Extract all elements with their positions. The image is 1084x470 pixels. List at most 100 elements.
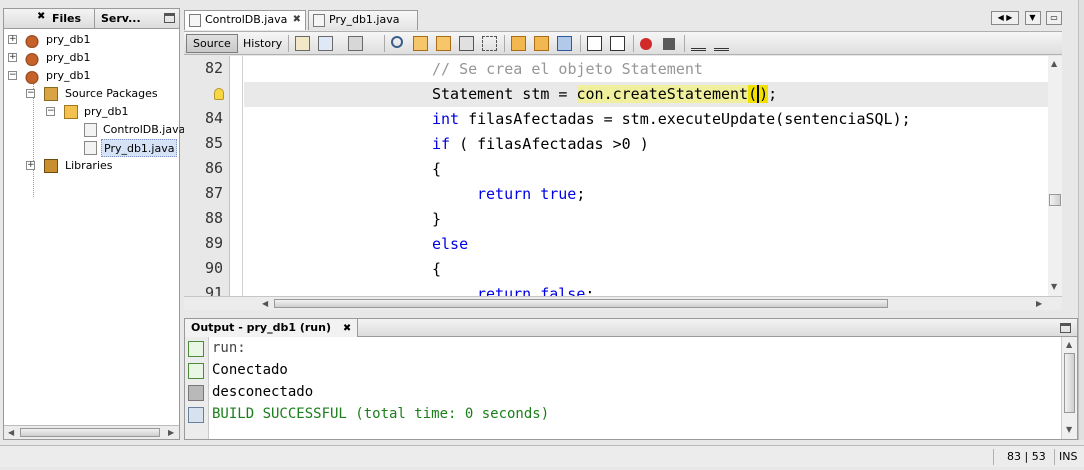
- separator: [633, 35, 634, 52]
- code-editor[interactable]: 82 84 85 86 87 88 89 90 91 // Se crea el…: [184, 56, 1062, 296]
- tree-item-label: Source Packages: [65, 87, 158, 100]
- expand-icon[interactable]: +: [8, 35, 17, 44]
- keyword-token: int: [432, 110, 460, 128]
- line-number: 89: [204, 234, 223, 252]
- toggle-highlight-icon[interactable]: [459, 36, 474, 51]
- java-file-icon: [189, 14, 201, 27]
- left-tabbar: ✖ Files Serv...: [4, 9, 179, 29]
- output-panel[interactable]: run: Conectado desconectado BUILD SUCCES…: [184, 337, 1078, 440]
- expand-icon[interactable]: +: [26, 161, 35, 170]
- scroll-up-icon[interactable]: ▲: [1051, 59, 1057, 68]
- history-button[interactable]: History: [236, 34, 289, 53]
- code-line: if ( filasAfectadas >0 ): [244, 132, 1048, 157]
- editor-vertical-scrollbar[interactable]: ▲ ▼: [1048, 56, 1062, 296]
- keyword-token: if: [432, 135, 451, 153]
- editor-horizontal-scrollbar[interactable]: ◀ ▶: [184, 296, 1062, 310]
- keyword-token: true: [540, 185, 577, 203]
- find-next-icon[interactable]: [436, 36, 451, 51]
- toggle-rect-select-icon[interactable]: [482, 36, 497, 51]
- hint-bulb-icon[interactable]: [214, 88, 224, 100]
- back-icon[interactable]: [318, 36, 333, 51]
- code-area[interactable]: // Se crea el objeto Statement Statement…: [244, 56, 1048, 296]
- java-project-icon: [24, 68, 40, 84]
- next-bookmark-icon[interactable]: [534, 36, 549, 51]
- tab-output[interactable]: Output - pry_db1 (run) ✖: [185, 319, 359, 337]
- code-token: ;: [768, 85, 778, 103]
- code-line-current: Statement stm = con.createStatement();: [244, 82, 1048, 107]
- shift-left-icon[interactable]: [587, 36, 602, 51]
- rerun-icon[interactable]: [188, 341, 204, 357]
- scroll-left-icon[interactable]: ◀: [8, 428, 14, 437]
- toggle-bookmark-icon[interactable]: [557, 36, 572, 51]
- tab-list-icon[interactable]: ▼: [1024, 11, 1041, 25]
- tab-controldb[interactable]: ControlDB.java ✖: [184, 10, 306, 30]
- close-icon[interactable]: ✖: [343, 323, 351, 334]
- scroll-tabs-icon[interactable]: ◀ ▶: [991, 11, 1019, 25]
- tree-item-label: pry_db1: [46, 33, 91, 46]
- code-line: return false;: [244, 282, 1048, 296]
- collapse-icon[interactable]: −: [46, 107, 55, 116]
- last-edit-icon[interactable]: [295, 36, 310, 51]
- output-line: Conectado: [212, 362, 288, 378]
- stop-icon[interactable]: [188, 385, 204, 401]
- tab-label: ControlDB.java: [205, 13, 288, 26]
- collapse-icon[interactable]: −: [26, 89, 35, 98]
- find-icon[interactable]: [391, 36, 403, 48]
- method-token: createStatement: [612, 85, 749, 103]
- tab-files[interactable]: Files: [52, 9, 81, 29]
- comment-text: // Se crea el objeto Statement: [432, 60, 703, 78]
- tab-services[interactable]: Serv...: [101, 9, 141, 29]
- source-button[interactable]: Source: [186, 34, 238, 53]
- tab-pry-db1[interactable]: Pry_db1.java: [308, 10, 418, 30]
- tab-divider: [94, 9, 95, 29]
- fold-margin[interactable]: [231, 56, 243, 296]
- code-line: // Se crea el objeto Statement: [244, 57, 1048, 82]
- netbeans-window: ✖ Files Serv... + pry_db1 + pry_db1 − pr…: [0, 0, 1084, 470]
- close-icon[interactable]: ✖: [293, 11, 301, 29]
- left-horizontal-scrollbar[interactable]: ◀ ▶: [4, 425, 179, 439]
- line-number: 88: [204, 209, 223, 227]
- start-macro-icon[interactable]: [640, 38, 652, 50]
- scroll-thumb[interactable]: [1064, 353, 1075, 413]
- maximize-icon[interactable]: ▭: [1046, 11, 1062, 25]
- package-icon: [64, 105, 78, 119]
- forward-icon[interactable]: [348, 36, 363, 51]
- scroll-thumb[interactable]: [20, 428, 160, 437]
- scroll-up-icon[interactable]: ▲: [1066, 340, 1072, 349]
- line-number-gutter[interactable]: 82 84 85 86 87 88 89 90 91: [184, 56, 230, 296]
- scroll-right-icon[interactable]: ▶: [1036, 299, 1042, 308]
- expand-icon[interactable]: +: [8, 53, 17, 62]
- keyword-token: false: [540, 285, 586, 296]
- line-number: 84: [204, 109, 223, 127]
- rerun-with-options-icon[interactable]: [188, 363, 204, 379]
- tree-item-label: Pry_db1.java: [101, 139, 178, 157]
- find-previous-icon[interactable]: [413, 36, 428, 51]
- output-vertical-scrollbar[interactable]: ▲ ▼: [1061, 337, 1077, 439]
- uncomment-icon[interactable]: [714, 36, 729, 51]
- scroll-down-icon[interactable]: ▼: [1066, 425, 1072, 434]
- scroll-thumb[interactable]: [1049, 194, 1061, 206]
- prev-bookmark-icon[interactable]: [511, 36, 526, 51]
- minimize-icon[interactable]: [1060, 323, 1071, 333]
- settings-icon[interactable]: [188, 407, 204, 423]
- stop-macro-icon[interactable]: [663, 38, 675, 50]
- scroll-right-icon[interactable]: ▶: [168, 428, 174, 437]
- close-icon[interactable]: ✖: [37, 11, 45, 22]
- output-line: run:: [212, 340, 246, 356]
- editor-toolbar: Source History: [184, 31, 1062, 55]
- java-file-icon: [84, 123, 97, 137]
- insert-mode[interactable]: INS: [1059, 449, 1077, 465]
- libraries-icon: [44, 159, 58, 173]
- scroll-left-icon[interactable]: ◀: [262, 299, 268, 308]
- minimize-icon[interactable]: [164, 13, 175, 23]
- editor-window-controls: ◀ ▶ ▼ ▭: [989, 10, 1062, 26]
- keyword-token: else: [432, 235, 469, 253]
- code-token: {: [432, 160, 442, 178]
- collapse-icon[interactable]: −: [8, 71, 17, 80]
- tree-item-label: ControlDB.java: [103, 123, 186, 136]
- scroll-thumb[interactable]: [274, 299, 888, 308]
- navigator-strip[interactable]: [1078, 0, 1084, 440]
- comment-icon[interactable]: [691, 36, 706, 51]
- scroll-down-icon[interactable]: ▼: [1051, 282, 1057, 291]
- shift-right-icon[interactable]: [610, 36, 625, 51]
